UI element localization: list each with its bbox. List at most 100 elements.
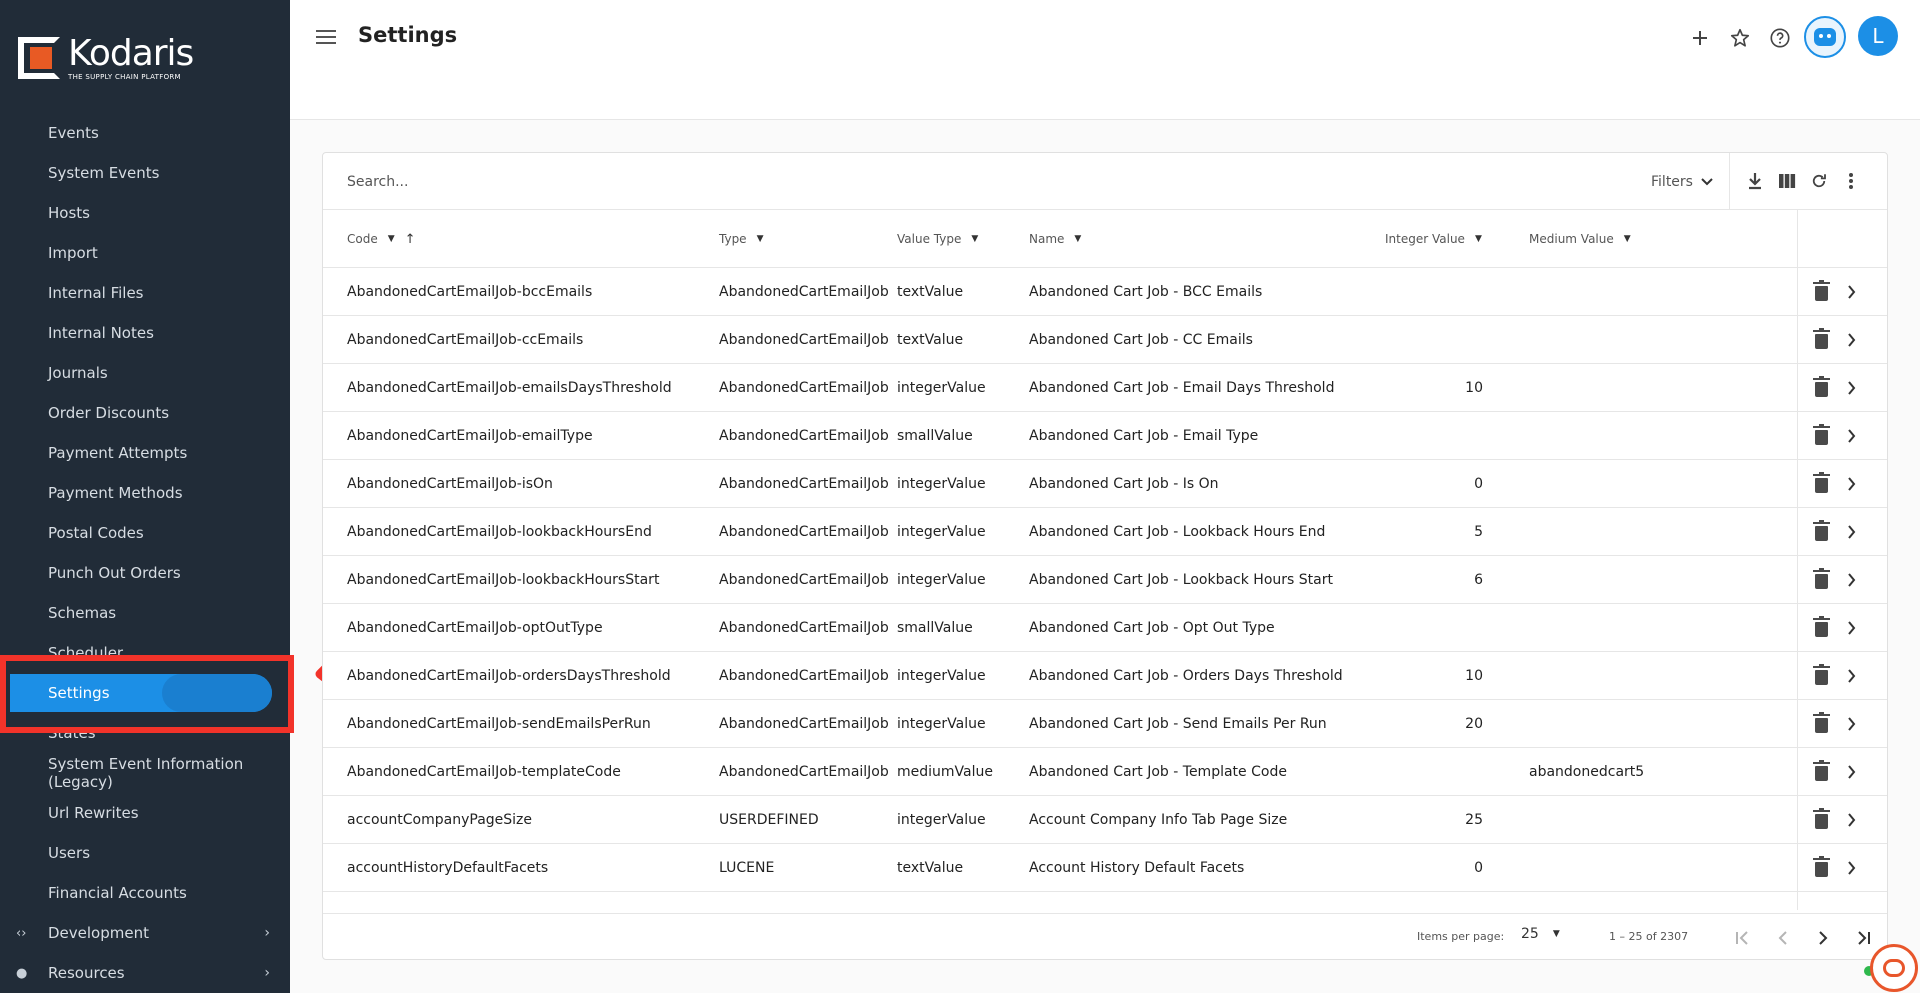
sort-menu-icon[interactable]: ▼	[971, 234, 978, 244]
cell-type: AbandonedCartEmailJob	[719, 668, 889, 684]
kodaris-logo[interactable]: Kodaris THE SUPPLY CHAIN PLATFORM	[18, 35, 194, 81]
chevron-right-icon[interactable]	[1839, 664, 1863, 688]
delete-icon[interactable]	[1809, 327, 1833, 352]
sidebar-item-system-events[interactable]: System Events	[0, 153, 290, 193]
delete-icon[interactable]	[1809, 855, 1833, 880]
cell-name: Abandoned Cart Job - Lookback Hours End	[1029, 524, 1326, 540]
chevron-right-icon[interactable]	[1839, 760, 1863, 784]
chevron-right-icon[interactable]	[1839, 280, 1863, 304]
assistant-bot-icon[interactable]	[1804, 16, 1846, 58]
filters-button[interactable]: Filters	[1651, 167, 1713, 197]
cell-type: AbandonedCartEmailJob	[719, 572, 889, 588]
chat-support-icon[interactable]	[1870, 944, 1918, 992]
star-icon[interactable]	[1724, 22, 1756, 54]
column-header-code[interactable]: Code ▼ ↑	[347, 210, 416, 268]
chevron-right-icon[interactable]	[1839, 424, 1863, 448]
search-input[interactable]	[347, 167, 1247, 197]
sort-menu-icon[interactable]: ▼	[1475, 234, 1482, 244]
refresh-icon[interactable]	[1805, 167, 1833, 195]
sidebar-item-internal-notes[interactable]: Internal Notes	[0, 313, 290, 353]
column-header-type[interactable]: Type ▼	[719, 210, 763, 268]
chevron-right-icon[interactable]	[1839, 376, 1863, 400]
chevron-right-icon[interactable]	[1839, 712, 1863, 736]
delete-icon[interactable]	[1809, 471, 1833, 496]
sidebar-item-system-event-information-legacy[interactable]: System Event Information (Legacy)	[0, 753, 290, 793]
table-row[interactable]: AbandonedCartEmailJob-lookbackHoursEnd Ab…	[323, 508, 1887, 556]
table-row[interactable]: AbandonedCartEmailJob-ordersDaysThreshol…	[323, 652, 1887, 700]
delete-icon[interactable]	[1809, 711, 1833, 736]
sidebar-item-postal-codes[interactable]: Postal Codes	[0, 513, 290, 553]
cell-integer-value	[1383, 604, 1483, 652]
sidebar-item-order-discounts[interactable]: Order Discounts	[0, 393, 290, 433]
last-page-icon[interactable]	[1849, 924, 1877, 952]
cell-name: Abandoned Cart Job - Template Code	[1029, 764, 1287, 780]
add-icon[interactable]	[1684, 22, 1716, 54]
previous-page-icon[interactable]	[1769, 924, 1797, 952]
chevron-right-icon[interactable]	[1839, 472, 1863, 496]
cell-type: AbandonedCartEmailJob	[719, 620, 889, 636]
sidebar-item-label: Users	[48, 844, 91, 862]
table-row[interactable]: AbandonedCartEmailJob-emailsDaysThreshol…	[323, 364, 1887, 412]
sort-menu-icon[interactable]: ▼	[388, 234, 395, 244]
user-avatar[interactable]: L	[1858, 16, 1898, 56]
delete-icon[interactable]	[1809, 519, 1833, 544]
delete-icon[interactable]	[1809, 423, 1833, 448]
sidebar-item-hosts[interactable]: Hosts	[0, 193, 290, 233]
column-header-medium-value[interactable]: Medium Value ▼	[1529, 210, 1631, 268]
sidebar-item-events[interactable]: Events	[0, 113, 290, 153]
menu-toggle-icon[interactable]	[314, 26, 338, 50]
sidebar-item-payment-methods[interactable]: Payment Methods	[0, 473, 290, 513]
chevron-right-icon[interactable]	[1839, 808, 1863, 832]
sidebar-item-import[interactable]: Import	[0, 233, 290, 273]
help-icon[interactable]	[1764, 22, 1796, 54]
column-header-value-type[interactable]: Value Type ▼	[897, 210, 978, 268]
column-header-integer-value[interactable]: Integer Value ▼	[1385, 210, 1482, 268]
sidebar-section-resources[interactable]: ● Resources ›	[0, 953, 290, 993]
sort-menu-icon[interactable]: ▼	[757, 234, 764, 244]
delete-icon[interactable]	[1809, 375, 1833, 400]
delete-icon[interactable]	[1809, 759, 1833, 784]
table-row[interactable]: AbandonedCartEmailJob-ccEmails AbandonedC…	[323, 316, 1887, 364]
sidebar-item-financial-accounts[interactable]: Financial Accounts	[0, 873, 290, 913]
table-row[interactable]: AbandonedCartEmailJob-optOutType Abandone…	[323, 604, 1887, 652]
cell-value-type: integerValue	[897, 572, 986, 588]
table-row[interactable]: AbandonedCartEmailJob-emailType Abandoned…	[323, 412, 1887, 460]
delete-icon[interactable]	[1809, 279, 1833, 304]
chevron-right-icon[interactable]	[1839, 328, 1863, 352]
table-row[interactable]: AbandonedCartEmailJob-lookbackHoursStart…	[323, 556, 1887, 604]
sidebar-item-users[interactable]: Users	[0, 833, 290, 873]
chevron-right-icon[interactable]	[1839, 856, 1863, 880]
chevron-right-icon[interactable]	[1839, 568, 1863, 592]
sidebar-section-development[interactable]: ‹› Development ›	[0, 913, 290, 953]
column-label: Code	[347, 232, 378, 246]
next-page-icon[interactable]	[1809, 924, 1837, 952]
table-row[interactable]: AbandonedCartEmailJob-isOn AbandonedCartE…	[323, 460, 1887, 508]
sidebar-item-internal-files[interactable]: Internal Files	[0, 273, 290, 313]
chevron-right-icon[interactable]	[1839, 520, 1863, 544]
sidebar-item-payment-attempts[interactable]: Payment Attempts	[0, 433, 290, 473]
table-row[interactable]: AbandonedCartEmailJob-bccEmails Abandoned…	[323, 268, 1887, 316]
table-row[interactable]: accountCompanyPageSize USERDEFINED integer…	[323, 796, 1887, 844]
table-row[interactable]: AbandonedCartEmailJob-templateCode Abando…	[323, 748, 1887, 796]
sidebar-item-label: Internal Notes	[48, 324, 154, 342]
delete-icon[interactable]	[1809, 615, 1833, 640]
items-per-page-select[interactable]: 25 ▼	[1521, 926, 1560, 942]
sidebar-item-schemas[interactable]: Schemas	[0, 593, 290, 633]
sidebar-item-punch-out-orders[interactable]: Punch Out Orders	[0, 553, 290, 593]
delete-icon[interactable]	[1809, 807, 1833, 832]
chevron-right-icon[interactable]	[1839, 616, 1863, 640]
sidebar-item-journals[interactable]: Journals	[0, 353, 290, 393]
more-vert-icon[interactable]	[1837, 167, 1865, 195]
delete-icon[interactable]	[1809, 663, 1833, 688]
sort-ascending-icon[interactable]: ↑	[405, 232, 416, 247]
download-icon[interactable]	[1741, 167, 1769, 195]
table-row[interactable]: AbandonedCartEmailJob-sendEmailsPerRun Ab…	[323, 700, 1887, 748]
sort-menu-icon[interactable]: ▼	[1074, 234, 1081, 244]
first-page-icon[interactable]	[1729, 924, 1757, 952]
table-row[interactable]: accountHistoryDefaultFacets LUCENE textVal…	[323, 844, 1887, 892]
sidebar-item-url-rewrites[interactable]: Url Rewrites	[0, 793, 290, 833]
column-header-name[interactable]: Name ▼	[1029, 210, 1081, 268]
delete-icon[interactable]	[1809, 567, 1833, 592]
columns-icon[interactable]	[1773, 167, 1801, 195]
sort-menu-icon[interactable]: ▼	[1624, 234, 1631, 244]
